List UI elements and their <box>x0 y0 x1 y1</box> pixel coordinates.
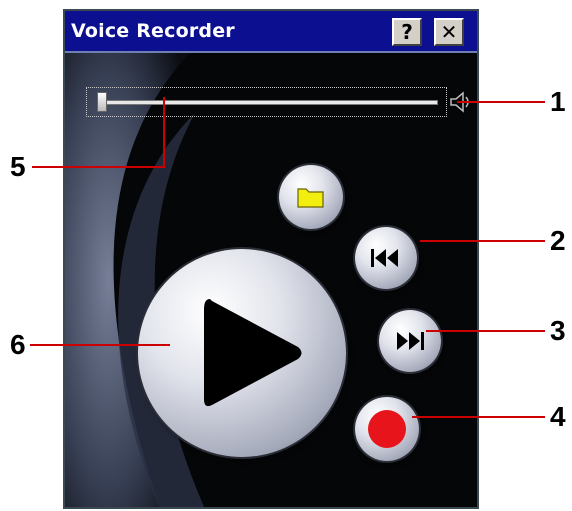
skip-forward-icon <box>397 332 424 350</box>
voice-recorder-window: Voice Recorder ? ✕ <box>63 9 479 509</box>
callout-line-1 <box>457 101 545 103</box>
callout-5: 5 <box>10 151 26 182</box>
callout-1: 1 <box>550 86 566 117</box>
callout-line-5-horizontal <box>32 166 165 168</box>
help-button[interactable]: ? <box>392 18 422 46</box>
callout-line-6 <box>30 344 170 346</box>
callout-6: 6 <box>10 329 26 360</box>
slider-thumb[interactable] <box>97 92 107 112</box>
callout-line-5-vertical <box>163 97 165 167</box>
recorder-panel <box>65 53 477 507</box>
slider-track <box>101 100 438 105</box>
title-bar: Voice Recorder ? ✕ <box>65 11 477 53</box>
window-title: Voice Recorder <box>71 20 235 42</box>
callout-4: 4 <box>550 401 566 432</box>
callout-line-3 <box>426 330 545 332</box>
record-icon <box>368 410 406 448</box>
callout-2: 2 <box>550 225 566 256</box>
play-button[interactable] <box>138 249 346 457</box>
close-button[interactable]: ✕ <box>434 18 464 46</box>
open-folder-button[interactable] <box>279 165 343 229</box>
skip-back-icon <box>371 249 398 267</box>
callout-line-4 <box>412 416 545 418</box>
skip-forward-button[interactable] <box>379 310 441 372</box>
folder-icon <box>297 188 324 208</box>
callout-3: 3 <box>550 315 566 346</box>
play-icon <box>204 299 302 407</box>
position-slider[interactable] <box>86 87 447 117</box>
skip-back-button[interactable] <box>355 227 417 289</box>
record-button[interactable] <box>355 397 419 461</box>
callout-line-2 <box>420 240 545 242</box>
